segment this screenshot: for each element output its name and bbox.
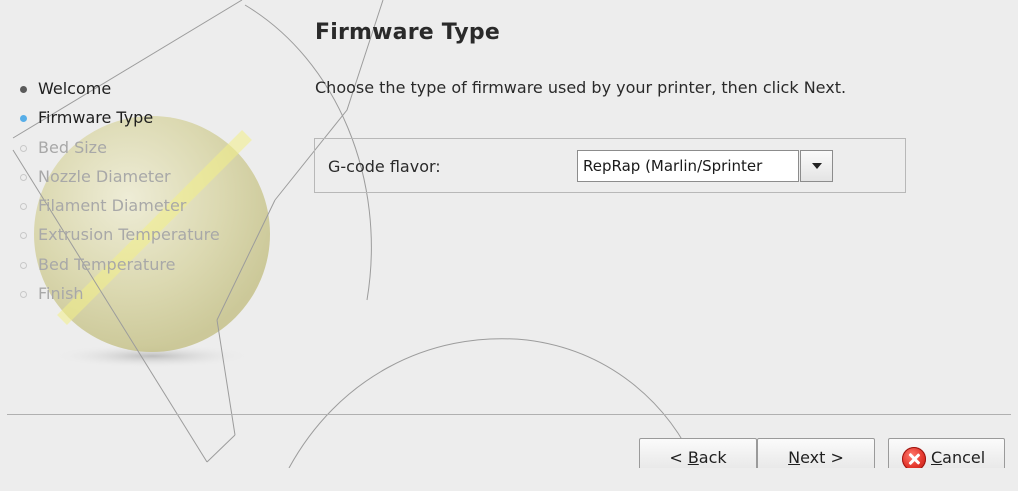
bullet-icon xyxy=(20,203,27,211)
bullet-icon xyxy=(20,173,27,181)
step-firmware-type: Firmware Type xyxy=(17,107,220,136)
step-bed-size: Bed Size xyxy=(17,137,220,166)
back-prefix: < xyxy=(669,448,688,467)
cancel-label-rest: ancel xyxy=(942,448,986,467)
page-title: Firmware Type xyxy=(315,20,500,45)
bullet-icon xyxy=(20,144,27,152)
step-extrusion-temperature: Extrusion Temperature xyxy=(17,224,220,253)
next-mnemonic: N xyxy=(788,448,801,467)
step-label: Bed Temperature xyxy=(38,254,176,274)
step-label: Filament Diameter xyxy=(38,196,187,216)
gcode-flavor-dropdown-button[interactable] xyxy=(800,150,833,182)
config-wizard-window: Welcome Firmware Type Bed Size Nozzle Di… xyxy=(7,0,1011,468)
step-label: Extrusion Temperature xyxy=(38,225,220,245)
step-label: Bed Size xyxy=(38,137,107,157)
step-filament-diameter: Filament Diameter xyxy=(17,195,220,224)
back-button[interactable]: < Back xyxy=(639,438,757,468)
bullet-icon xyxy=(20,86,27,93)
gcode-flavor-select[interactable]: RepRap (Marlin/Sprinter xyxy=(577,150,834,182)
step-label: Nozzle Diameter xyxy=(38,166,171,186)
cancel-button[interactable]: Cancel xyxy=(888,438,1005,468)
wizard-steps-list: Welcome Firmware Type Bed Size Nozzle Di… xyxy=(17,78,220,312)
back-label-rest: ack xyxy=(698,448,727,467)
cancel-label: Cancel xyxy=(931,439,985,468)
gcode-flavor-label: G-code flavor: xyxy=(328,157,441,176)
cancel-mnemonic: C xyxy=(931,448,943,467)
step-nozzle-diameter: Nozzle Diameter xyxy=(17,166,220,195)
step-finish: Finish xyxy=(17,283,220,312)
next-label-rest: ext > xyxy=(800,448,844,467)
page-instructions: Choose the type of firmware used by your… xyxy=(315,78,847,97)
step-label: Welcome xyxy=(38,79,112,98)
next-button[interactable]: Next > xyxy=(757,438,875,468)
back-mnemonic: B xyxy=(687,448,699,467)
firmware-options-panel: G-code flavor: RepRap (Marlin/Sprinter xyxy=(314,138,906,193)
step-bed-temperature: Bed Temperature xyxy=(17,254,220,283)
gcode-flavor-value[interactable]: RepRap (Marlin/Sprinter xyxy=(577,150,799,182)
footer-divider xyxy=(7,414,1011,415)
cancel-icon xyxy=(902,447,926,468)
step-label: Finish xyxy=(38,284,84,304)
step-label: Firmware Type xyxy=(38,108,154,128)
step-welcome: Welcome xyxy=(17,78,220,107)
bullet-icon xyxy=(20,291,27,299)
bullet-icon xyxy=(20,232,27,240)
bullet-icon xyxy=(20,261,27,269)
bullet-icon xyxy=(20,115,27,123)
chevron-down-icon xyxy=(812,163,822,169)
